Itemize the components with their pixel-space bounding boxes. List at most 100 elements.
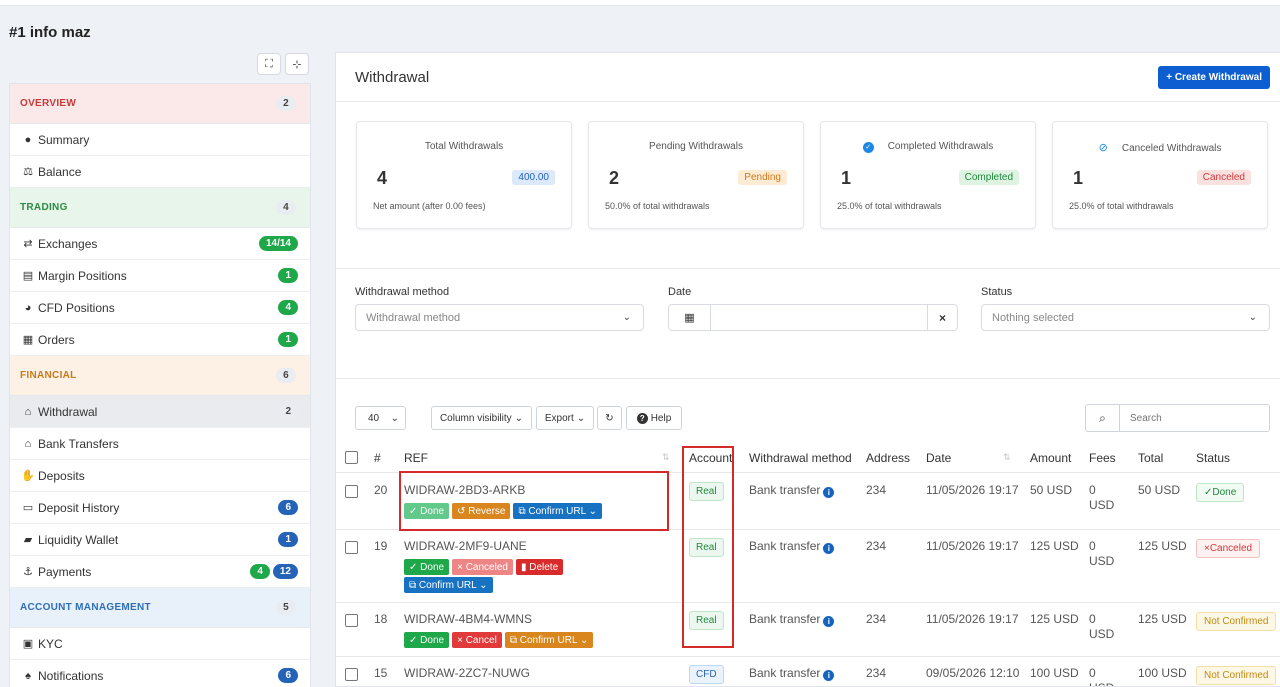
refresh-button[interactable]: ↻: [597, 406, 622, 430]
sidebar-item-notifications[interactable]: ♠ Notifications 6: [10, 660, 310, 687]
row-address: 234: [866, 539, 887, 553]
sidebar-item-payments[interactable]: ⚓ Payments 4 12: [10, 556, 310, 588]
collapse-icon[interactable]: ⊹: [285, 53, 309, 75]
method-filter-select[interactable]: Withdrawal method ⌄: [355, 304, 644, 331]
expand-icon[interactable]: ⛶: [257, 53, 281, 75]
sidebar-item-kyc[interactable]: ▣ KYC: [10, 628, 310, 660]
row-checkbox[interactable]: [345, 614, 358, 627]
sidebar-item-orders[interactable]: ▦ Orders 1: [10, 324, 310, 356]
column-header-status[interactable]: Status: [1196, 451, 1230, 465]
badge-group: 4 12: [250, 564, 298, 579]
sidebar-item-content: ● Summary: [21, 133, 90, 147]
row-action-button[interactable]: ▮ Delete: [515, 559, 564, 575]
row-action-button[interactable]: × Cancel: [452, 632, 502, 648]
row-status: ✓Done: [1196, 483, 1245, 502]
row-ref: WIDRAW-2BD3-ARKB: [404, 483, 526, 497]
export-button[interactable]: Export ⌄: [536, 406, 594, 430]
column-visibility-button[interactable]: Column visibility ⌄: [431, 406, 532, 430]
row-action-button[interactable]: ↺ Reverse: [452, 503, 511, 519]
column-header-amount[interactable]: Amount: [1030, 451, 1071, 465]
sidebar-item-summary[interactable]: ● Summary: [10, 124, 310, 156]
create-withdrawal-button[interactable]: + Create Withdrawal: [1158, 65, 1270, 89]
row-amount: 125 USD: [1030, 539, 1079, 553]
row-checkbox[interactable]: [345, 541, 358, 554]
sidebar-item-content: ⌂ Bank Transfers: [21, 437, 119, 451]
sort-icon[interactable]: ⇅: [1003, 452, 1011, 463]
row-checkbox[interactable]: [345, 668, 358, 681]
sidebar-item-liquidity-wallet[interactable]: ▰ Liquidity Wallet 1: [10, 524, 310, 556]
sidebar-item-label: Exchanges: [38, 236, 98, 251]
row-action-button[interactable]: ⧉ Confirm URL ⌄: [404, 577, 493, 593]
row-action-button[interactable]: ⧉ Confirm URL ⌄: [513, 503, 602, 519]
stat-card-subtext: 50.0% of total withdrawals: [605, 201, 710, 211]
page-size-select[interactable]: 40 ⌄: [355, 406, 406, 430]
sidebar-item-margin-positions[interactable]: ▤ Margin Positions 1: [10, 260, 310, 292]
row-action-button[interactable]: ✓ Done: [404, 503, 450, 519]
calendar-icon[interactable]: ▦: [669, 305, 711, 330]
sidebar-item-cfd-positions[interactable]: ◕ CFD Positions 4: [10, 292, 310, 324]
count-badge: 6: [278, 500, 298, 515]
row-action-button[interactable]: ✓ Done: [404, 632, 450, 648]
hand-payment-icon: ⚓: [23, 566, 33, 578]
section-tr[interactable]: TRADING 4: [10, 188, 310, 228]
sidebar-item-label: Deposits: [38, 468, 85, 483]
wallet-icon: ▰: [23, 534, 33, 546]
sidebar-item-label: Balance: [38, 164, 82, 179]
account-type: Real: [689, 538, 724, 557]
stat-card-subtext: 25.0% of total withdrawals: [837, 201, 942, 211]
divider: [336, 378, 1280, 379]
column-header-address[interactable]: Address: [866, 451, 910, 465]
count-badge: 2: [278, 404, 298, 419]
search-input[interactable]: [1120, 405, 1269, 431]
sidebar-item-exchanges[interactable]: ⇄ Exchanges 14/14: [10, 228, 310, 260]
sort-icon[interactable]: ⇅: [662, 452, 670, 463]
stat-card-value: 4: [377, 168, 388, 188]
column-header-date[interactable]: Date: [926, 451, 951, 465]
sidebar-item-label: Payments: [38, 564, 92, 579]
table-row: 19 WIDRAW-2MF9-UANE ✓ Done × Canceled ▮ De…: [336, 530, 1280, 603]
sidebar-item-content: ▣ KYC: [21, 637, 63, 651]
date-input[interactable]: [711, 305, 927, 330]
status-filter-placeholder: Nothing selected: [992, 311, 1074, 324]
status-filter-select[interactable]: Nothing selected ⌄: [981, 304, 1270, 331]
bank-icon: ⌂: [24, 405, 32, 418]
row-checkbox[interactable]: [345, 485, 358, 498]
sidebar-item-balance[interactable]: ⚖ Balance: [10, 156, 310, 188]
row-action-button[interactable]: × Canceled: [452, 559, 513, 575]
account-type: Real: [689, 611, 724, 630]
section-fi[interactable]: FINANCIAL 6: [10, 356, 310, 396]
sidebar-item-deposit-history[interactable]: ▭ Deposit History 6: [10, 492, 310, 524]
date-clear-button[interactable]: ×: [927, 305, 957, 330]
info-icon[interactable]: i: [823, 616, 835, 627]
column-header-fees[interactable]: Fees: [1089, 451, 1116, 465]
help-button[interactable]: ? Help: [626, 406, 682, 430]
column-header-withdrawal-method[interactable]: Withdrawal method: [749, 451, 852, 465]
row-amount: 100 USD: [1030, 666, 1079, 680]
status-filter-label: Status: [981, 286, 1013, 298]
count-badge: 6: [278, 668, 298, 683]
column-header-account[interactable]: Account: [689, 451, 732, 465]
section-ac[interactable]: ACCOUNT MANAGEMENT 5: [10, 588, 310, 628]
row-action-button[interactable]: ⧉ Confirm URL ⌄: [504, 632, 594, 648]
chart-bar-icon: ▤: [22, 270, 34, 282]
info-icon[interactable]: i: [823, 487, 835, 498]
sidebar-item-withdrawal[interactable]: ⌂ Withdrawal 2: [10, 396, 310, 428]
row-address: 234: [866, 483, 887, 497]
select-all-checkbox[interactable]: [345, 451, 358, 464]
account-badge: Real: [689, 538, 724, 557]
column-header--[interactable]: #: [374, 451, 381, 465]
info-icon[interactable]: i: [823, 543, 835, 554]
column-header-ref[interactable]: REF: [404, 451, 428, 465]
column-header-total[interactable]: Total: [1138, 451, 1163, 465]
section-count: 2: [276, 96, 296, 111]
section-ov[interactable]: OVERVIEW 2: [10, 84, 310, 124]
search-icon[interactable]: ⌕: [1086, 405, 1120, 431]
refresh-icon: ↻: [605, 412, 614, 424]
info-icon[interactable]: i: [823, 670, 835, 681]
sidebar-item-bank-transfers[interactable]: ⌂ Bank Transfers: [10, 428, 310, 460]
sidebar-item-deposits[interactable]: ✋ Deposits: [10, 460, 310, 492]
account-type: Real: [689, 482, 724, 501]
chevron-down-icon: ⌄: [1248, 312, 1257, 323]
row-action-button[interactable]: ✓ Done: [404, 559, 450, 575]
table-toolbar: 40 ⌄ Column visibility ⌄ Export ⌄ ↻ ? He…: [355, 404, 1270, 432]
